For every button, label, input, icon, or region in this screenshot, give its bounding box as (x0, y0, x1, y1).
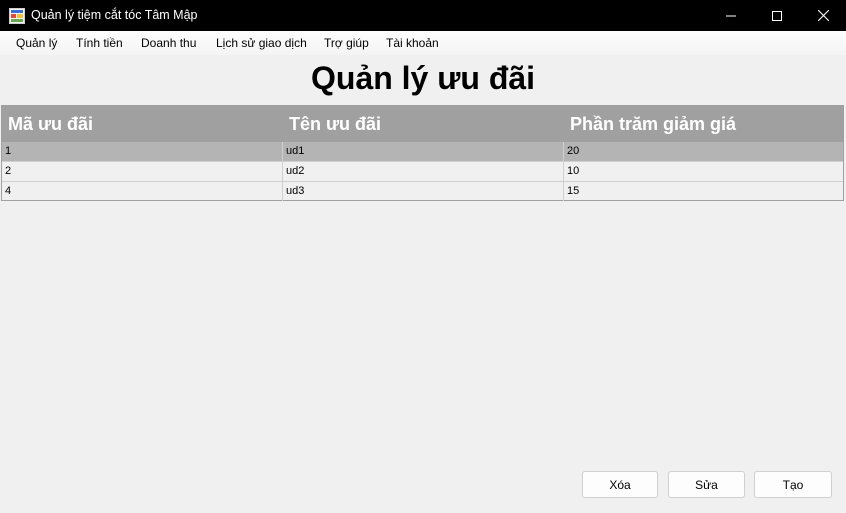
page-title: Quản lý ưu đãi (310, 60, 536, 96)
column-header-ten-uu-dai[interactable]: Tên ưu đãi (283, 106, 564, 142)
minimize-icon (726, 15, 736, 16)
cell-text: 2 (5, 165, 12, 177)
maximize-icon (772, 10, 782, 21)
close-button[interactable] (800, 0, 846, 31)
column-header-ma-uu-dai[interactable]: Mã ưu đãi (2, 106, 283, 142)
cell-text: ud2 (286, 165, 305, 177)
menu-item-tinh-tien[interactable]: Tính tiền (76, 36, 123, 50)
title-bar: Quản lý tiệm cắt tóc Tâm Mập (0, 0, 846, 31)
delete-button[interactable]: Xóa (582, 471, 658, 498)
cell-text: 1 (5, 145, 12, 157)
menu-item-tai-khoan[interactable]: Tài khoản (386, 36, 439, 50)
cell-text: 15 (567, 185, 580, 197)
menu-item-doanh-thu[interactable]: Doanh thu (141, 36, 196, 50)
table-cell[interactable]: ud2 (283, 162, 564, 182)
table-cell[interactable]: 20 (564, 142, 843, 162)
table-row[interactable]: 1 ud1 20 (2, 142, 843, 162)
table-cell[interactable]: 15 (564, 182, 843, 201)
column-header-label: Phần trăm giảm giá (570, 114, 737, 134)
cell-text: 4 (5, 185, 12, 197)
menu-item-tro-giup[interactable]: Trợ giúp (324, 36, 369, 50)
table-cell[interactable]: ud1 (283, 142, 564, 162)
cell-text: ud1 (286, 145, 305, 157)
edit-button[interactable]: Sửa (668, 471, 745, 498)
table-row[interactable]: 2 ud2 10 (2, 162, 843, 182)
discount-table: Mã ưu đãi Tên ưu đãi Phần trăm giảm giá … (1, 105, 844, 201)
maximize-button[interactable] (754, 0, 800, 31)
app-icon (9, 8, 25, 24)
menu-item-lich-su-giao-dich[interactable]: Lịch sử giao dịch (216, 36, 307, 50)
table-cell[interactable]: 2 (2, 162, 283, 182)
table-cell[interactable]: ud3 (283, 182, 564, 201)
table-cell[interactable]: 4 (2, 182, 283, 201)
menu-item-quan-ly[interactable]: Quản lý (16, 36, 57, 50)
table-cell[interactable]: 1 (2, 142, 283, 162)
minimize-button[interactable] (708, 0, 754, 31)
window-title: Quản lý tiệm cắt tóc Tâm Mập (31, 8, 198, 22)
cell-text: ud3 (286, 185, 305, 197)
menu-bar: Quản lý Tính tiền Doanh thu Lịch sử giao… (0, 31, 846, 55)
create-button[interactable]: Tạo (754, 471, 832, 498)
close-icon (817, 10, 829, 21)
column-header-label: Mã ưu đãi (8, 114, 94, 134)
table-cell[interactable]: 10 (564, 162, 843, 182)
column-header-label: Tên ưu đãi (289, 114, 382, 134)
cell-text: 20 (567, 145, 580, 157)
column-header-phan-tram-giam-gia[interactable]: Phần trăm giảm giá (564, 106, 843, 142)
cell-text: 10 (567, 165, 580, 177)
table-row[interactable]: 4 ud3 15 (2, 182, 843, 202)
